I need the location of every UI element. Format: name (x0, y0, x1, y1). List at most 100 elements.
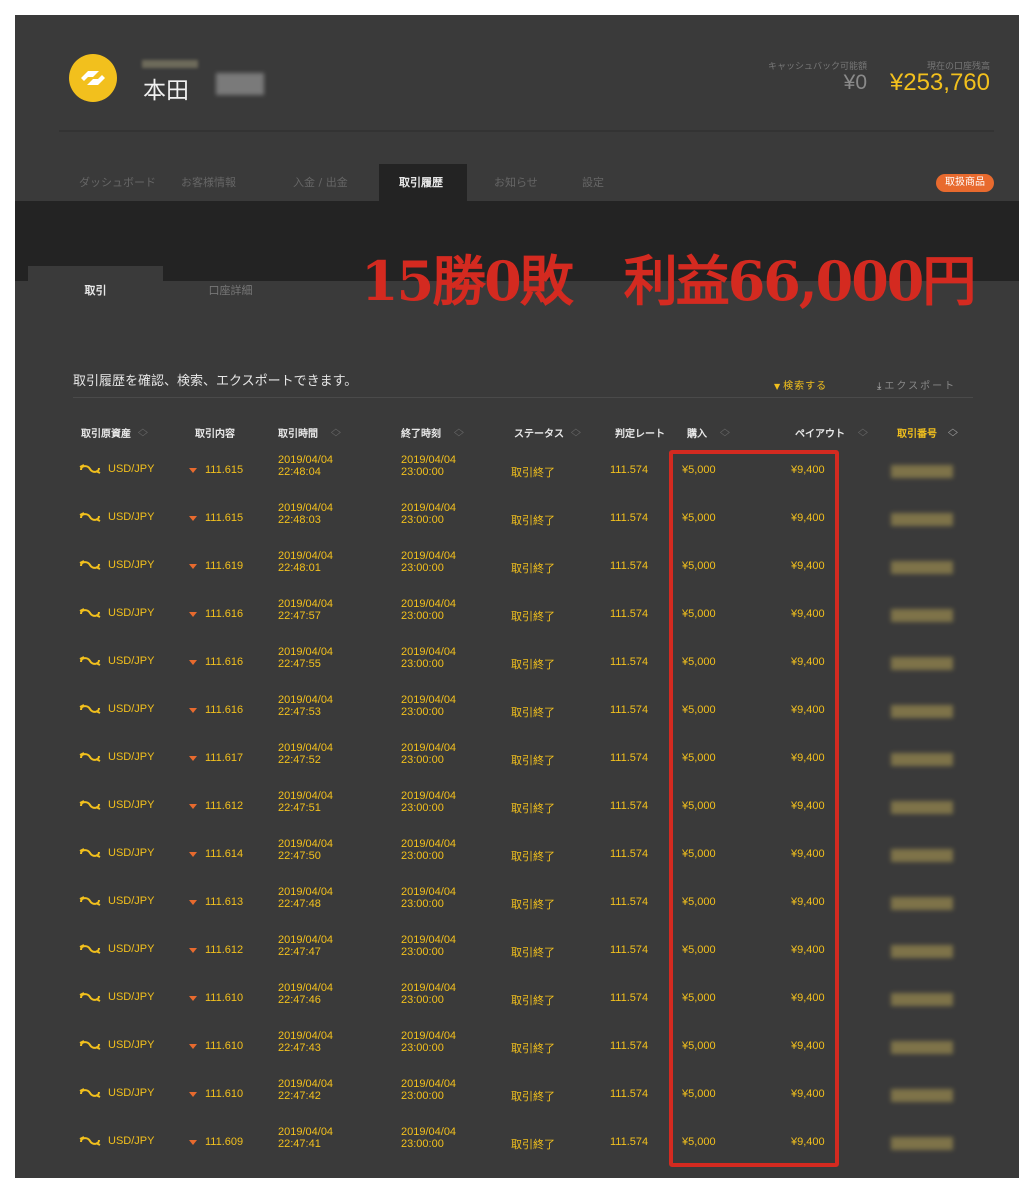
entry-rate: 111.619 (205, 560, 244, 572)
end-time-cell: 2019/04/04 23:00:00 (401, 886, 456, 910)
table-row[interactable]: USD/JPY 111.616 2019/04/04 22:47:57 2019/04/… (15, 597, 1019, 645)
col-trade-id[interactable]: 取引番号 ◇ (897, 425, 958, 440)
col-payout[interactable]: ペイアウト ◇ (795, 425, 868, 440)
end-date: 2019/04/04 (401, 1030, 457, 1042)
table-row[interactable]: USD/JPY 111.612 2019/04/04 22:47:47 2019/04/… (15, 933, 1019, 981)
tab-trade-history[interactable]: 取引履歴 (379, 164, 467, 201)
entry-rate: 111.617 (205, 752, 244, 764)
status-cell: 取引終了 (511, 563, 555, 575)
masked-trade-id (891, 561, 953, 574)
table-row[interactable]: USD/JPY 111.617 2019/04/04 22:47:52 2019/04/… (15, 741, 1019, 789)
settle-rate-cell: 111.574 (610, 800, 649, 812)
end-time: 23:00:00 (401, 1138, 444, 1150)
asset-label: USD/JPY (108, 1087, 155, 1099)
filter-icon: ▼ (774, 382, 781, 391)
end-date: 2019/04/04 (401, 1126, 457, 1138)
low-arrow-icon (189, 611, 197, 617)
swap-icon (79, 608, 101, 618)
swap-icon (79, 800, 101, 810)
entry-rate: 111.616 (205, 656, 244, 668)
low-arrow-icon (189, 1139, 197, 1145)
masked-trade-id (891, 801, 953, 814)
trade-time-cell: 2019/04/04 22:47:52 (278, 742, 333, 766)
low-arrow-icon (189, 563, 197, 569)
app-window: 本田 キャッシュバック可能額 ¥0 現在の口座残高 ¥253,760 ダッシュボ… (15, 15, 1019, 1178)
table-row[interactable]: USD/JPY 111.610 2019/04/04 22:47:46 2019/04/… (15, 981, 1019, 1029)
swap-icon (79, 560, 101, 570)
end-time-cell: 2019/04/04 23:00:00 (401, 790, 456, 814)
content-cell: 111.616 (189, 656, 243, 668)
col-content: 取引内容 (195, 425, 235, 440)
trade-time: 22:47:41 (278, 1138, 321, 1150)
col-buy-label: 購入 (687, 429, 707, 440)
end-time-cell: 2019/04/04 23:00:00 (401, 1078, 456, 1102)
swap-icon (79, 1088, 101, 1098)
col-status[interactable]: ステータス ◇ (514, 425, 581, 440)
end-date: 2019/04/04 (401, 646, 457, 658)
tab-settings[interactable]: 設定 (563, 164, 643, 201)
table-row[interactable]: USD/JPY 111.613 2019/04/04 22:47:48 2019/04/… (15, 885, 1019, 933)
search-button[interactable]: ▼ 検索する (774, 377, 827, 392)
status-cell: 取引終了 (511, 1091, 555, 1103)
table-row[interactable]: USD/JPY 111.609 2019/04/04 22:47:41 2019/04/… (15, 1125, 1019, 1173)
table-row[interactable]: USD/JPY 111.610 2019/04/04 22:47:42 2019/04/… (15, 1077, 1019, 1125)
asset-label: USD/JPY (108, 1039, 155, 1051)
asset-label: USD/JPY (108, 799, 155, 811)
table-row[interactable]: USD/JPY 111.619 2019/04/04 22:48:01 2019/04/… (15, 549, 1019, 597)
end-time-cell: 2019/04/04 23:00:00 (401, 1126, 456, 1150)
status-cell: 取引終了 (511, 803, 555, 815)
trade-date: 2019/04/04 (278, 982, 334, 994)
col-buy[interactable]: 購入 ◇ (687, 425, 730, 440)
content-cell: 111.612 (189, 944, 243, 956)
entry-rate: 111.612 (205, 800, 244, 812)
col-asset[interactable]: 取引原資産 ◇ (81, 425, 148, 440)
end-time: 23:00:00 (401, 514, 444, 526)
trade-time: 22:48:04 (278, 466, 321, 478)
end-time-cell: 2019/04/04 23:00:00 (401, 742, 456, 766)
tab-deposit-withdraw[interactable]: 入金 / 出金 (269, 164, 379, 201)
status-cell: 取引終了 (511, 707, 555, 719)
subtab-account-details[interactable]: 口座詳細 (163, 266, 298, 315)
balance-value: ¥253,760 (889, 69, 990, 96)
trade-time-cell: 2019/04/04 22:47:55 (278, 646, 333, 670)
col-time-label: 取引時間 (278, 429, 318, 440)
low-arrow-icon (189, 803, 197, 809)
col-content-label: 取引内容 (195, 429, 235, 440)
subtab-trades[interactable]: 取引 (28, 266, 163, 315)
toolbar-divider (73, 397, 973, 398)
export-button[interactable]: ⤓ エクスポート (877, 377, 956, 392)
table-row[interactable]: USD/JPY 111.616 2019/04/04 22:47:55 2019/04/… (15, 645, 1019, 693)
sort-icon: ◇ (570, 427, 581, 438)
tab-customer-info[interactable]: お客様情報 (159, 164, 269, 201)
end-time: 23:00:00 (401, 946, 444, 958)
asset-cell: USD/JPY (79, 1135, 154, 1147)
low-arrow-icon (189, 899, 197, 905)
table-row[interactable]: USD/JPY 111.615 2019/04/04 22:48:03 2019/04/… (15, 501, 1019, 549)
tab-dashboard[interactable]: ダッシュボード (59, 164, 159, 201)
table-row[interactable]: USD/JPY 111.615 2019/04/04 22:48:04 2019/04/… (15, 453, 1019, 501)
end-date: 2019/04/04 (401, 550, 457, 562)
content-cell: 111.613 (189, 896, 243, 908)
trade-date: 2019/04/04 (278, 694, 334, 706)
trade-time-cell: 2019/04/04 22:47:48 (278, 886, 333, 910)
content-cell: 111.615 (189, 512, 243, 524)
col-time[interactable]: 取引時間 ◇ (278, 425, 341, 440)
col-payout-label: ペイアウト (795, 429, 845, 440)
asset-label: USD/JPY (108, 751, 155, 763)
trade-time: 22:47:55 (278, 658, 321, 670)
asset-cell: USD/JPY (79, 511, 154, 523)
col-end[interactable]: 終了時刻 ◇ (401, 425, 464, 440)
trade-time-cell: 2019/04/04 22:47:50 (278, 838, 333, 862)
table-row[interactable]: USD/JPY 111.612 2019/04/04 22:47:51 2019/04/… (15, 789, 1019, 837)
table-row[interactable]: USD/JPY 111.614 2019/04/04 22:47:50 2019/04/… (15, 837, 1019, 885)
products-button[interactable]: 取扱商品 (936, 174, 994, 192)
swap-logo-icon[interactable] (69, 54, 117, 102)
trade-time: 22:47:52 (278, 754, 321, 766)
content-cell: 111.609 (189, 1136, 243, 1148)
swap-icon (79, 992, 101, 1002)
tab-notices[interactable]: お知らせ (467, 164, 563, 201)
end-time-cell: 2019/04/04 23:00:00 (401, 1030, 456, 1054)
asset-cell: USD/JPY (79, 991, 154, 1003)
table-row[interactable]: USD/JPY 111.616 2019/04/04 22:47:53 2019/04/… (15, 693, 1019, 741)
table-row[interactable]: USD/JPY 111.610 2019/04/04 22:47:43 2019/04/… (15, 1029, 1019, 1077)
